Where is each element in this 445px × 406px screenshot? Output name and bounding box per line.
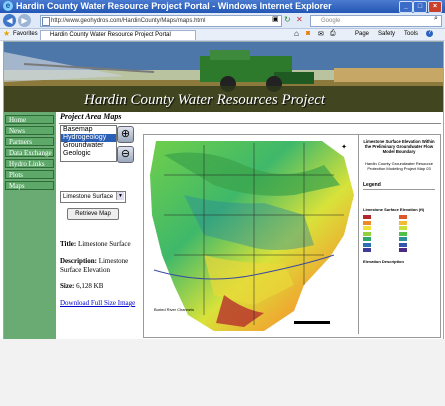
nav-item-plots[interactable]: Plots [5, 170, 54, 179]
legend-title: Limestone Surface Elevation Within the P… [363, 139, 435, 154]
forward-button[interactable]: ▶ [18, 14, 31, 27]
info-title: Title: Limestone Surface [60, 240, 131, 248]
download-link[interactable]: Download Full Size Image [60, 299, 135, 307]
nav-item-data-exchange[interactable]: Data Exchange [5, 148, 54, 157]
elevation-map: Buried River Channels ✦ [150, 141, 354, 331]
zoom-in-button[interactable]: ⊕ [117, 126, 134, 143]
info-description-cont: Surface Elevation [60, 266, 110, 274]
banner-title: Hardin County Water Resources Project [84, 92, 326, 108]
map-layer-list[interactable]: Basemap Hydrogeology Groundwater Geologi… [60, 125, 117, 162]
refresh-icon[interactable]: ↻ [284, 15, 291, 24]
magnifier-plus-icon: ⊕ [120, 128, 131, 140]
chevron-down-icon: ▼ [116, 192, 124, 200]
list-item[interactable]: Basemap [61, 126, 116, 134]
title-label: Title: [60, 240, 77, 248]
legend-swatch [363, 220, 371, 225]
map-legend: Limestone Surface Elevation Within the P… [358, 135, 440, 334]
info-size: Size: 6,128 KB [60, 282, 103, 290]
description-label: Description: [60, 257, 97, 265]
legend-swatch [399, 231, 407, 236]
elevation-ramp [363, 215, 435, 255]
elevation-description-heading: Elevation Description [363, 259, 404, 264]
help-icon[interactable]: ? [426, 30, 433, 37]
list-item[interactable]: Geologic [61, 150, 116, 158]
legend-swatch [363, 242, 371, 247]
minimize-button[interactable]: _ [399, 1, 413, 13]
feeds-icon[interactable]: ◙ [306, 30, 310, 37]
window-title: Hardin County Water Resource Project Por… [16, 1, 332, 11]
list-item[interactable]: Groundwater [61, 142, 116, 150]
info-description: Description: Limestone [60, 257, 128, 265]
search-input[interactable]: Google [310, 15, 442, 27]
close-button[interactable]: × [428, 1, 442, 13]
legend-swatch [399, 237, 407, 241]
magnifier-minus-icon: ⊖ [120, 148, 131, 160]
map-select-value: Limestone Surface [63, 194, 114, 200]
search-icon[interactable]: ⌕ [434, 15, 438, 23]
map-image[interactable]: Buried River Channels ✦ Limestone Surfac… [143, 134, 441, 338]
zoom-out-button[interactable]: ⊖ [117, 146, 134, 163]
left-nav: Home News Partners Data Exchange Hydro L… [4, 112, 56, 339]
status-area [0, 339, 445, 406]
star-icon[interactable]: ★ [3, 29, 10, 38]
north-arrow-icon: ✦ [341, 143, 347, 151]
url-field[interactable]: http://www.geohydros.com/HardinCounty/Ma… [40, 15, 282, 27]
compatibility-icon[interactable]: ▣ [272, 15, 279, 23]
description-value-line1: Limestone [98, 257, 129, 265]
safety-menu[interactable]: Safety [378, 30, 395, 39]
stop-icon[interactable]: ✕ [296, 15, 303, 24]
nav-item-news[interactable]: News [5, 126, 54, 135]
banner: Hardin County Water Resources Project [4, 42, 443, 112]
window-titlebar: e Hardin County Water Resource Project P… [0, 0, 445, 13]
browser-tab[interactable]: Hardin County Water Resource Project Por… [40, 30, 196, 40]
ie-icon: e [3, 1, 13, 11]
legend-divider [363, 189, 435, 190]
nav-item-home[interactable]: Home [5, 115, 54, 124]
back-button[interactable]: ◀ [3, 14, 16, 27]
legend-swatch [399, 215, 407, 219]
maximize-button[interactable]: □ [413, 1, 427, 13]
legend-subtitle: Hardin County Groundwater Resource Prote… [364, 161, 434, 171]
legend-swatch [363, 226, 371, 230]
nav-item-maps[interactable]: Maps [5, 181, 54, 190]
river-label: Buried River Channels [154, 307, 194, 312]
legend-swatch [363, 215, 371, 219]
nav-item-hydro-links[interactable]: Hydro Links [5, 159, 54, 168]
page-icon [42, 17, 50, 26]
print-icon[interactable]: ⎙ [330, 30, 336, 38]
legend-swatch [399, 220, 407, 225]
home-icon[interactable]: ⌂ [294, 29, 299, 38]
retrieve-map-button[interactable]: Retrieve Map [67, 208, 119, 220]
title-value: Limestone Surface [77, 240, 131, 248]
legend-swatch [399, 226, 407, 230]
mail-icon[interactable]: ✉ [318, 30, 324, 38]
size-label: Size: [60, 282, 75, 290]
legend-swatch [363, 231, 371, 236]
legend-heading: Legend [363, 182, 381, 188]
page-title: Project Area Maps [60, 112, 122, 121]
elevation-heading: Limestone Surface Elevation (ft) [363, 207, 425, 212]
favorites-button[interactable]: Favorites [13, 31, 38, 37]
legend-swatch [399, 242, 407, 247]
list-item-selected[interactable]: Hydrogeology [61, 134, 116, 142]
legend-swatch [363, 237, 371, 241]
legend-swatch [363, 248, 371, 252]
address-bar: ◀ ▶ http://www.geohydros.com/HardinCount… [0, 13, 445, 29]
page-menu[interactable]: Page [355, 30, 369, 39]
legend-swatch [399, 248, 407, 252]
favorites-bar: ★ Favorites Hardin County Water Resource… [0, 29, 445, 41]
nav-item-partners[interactable]: Partners [5, 137, 54, 146]
tools-menu[interactable]: Tools [404, 30, 418, 39]
page-viewport: Hardin County Water Resources Project Ho… [3, 41, 444, 340]
heading-divider [59, 123, 441, 124]
size-value: 6,128 KB [76, 282, 104, 290]
map-select[interactable]: Limestone Surface ▼ [60, 191, 126, 203]
